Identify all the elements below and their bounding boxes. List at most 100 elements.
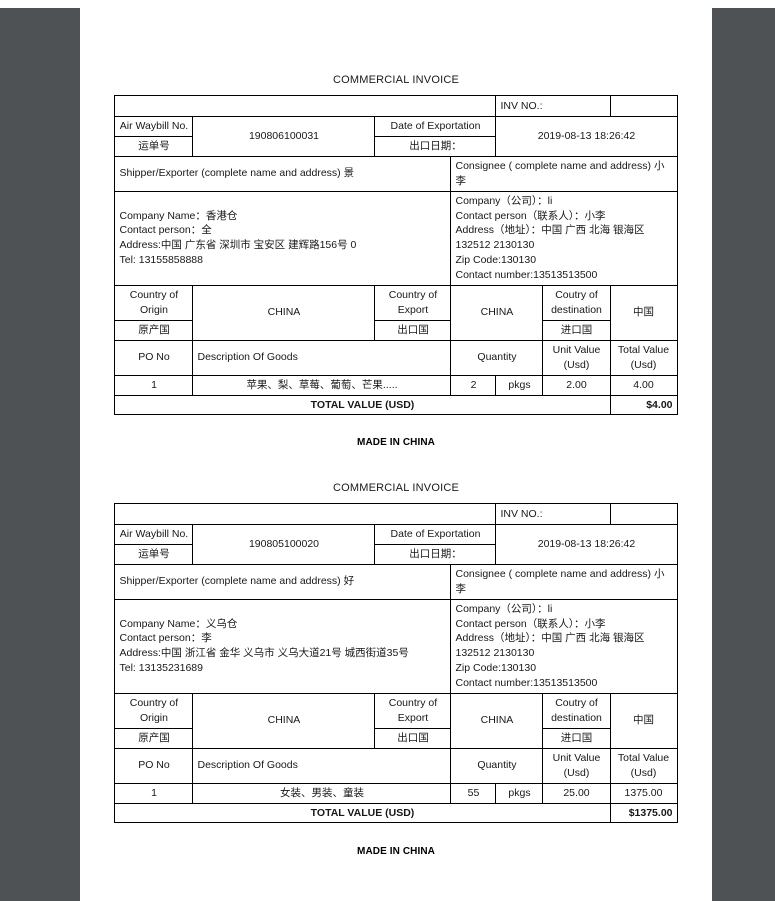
table-row-goods-header-2: PO No Description Of Goods Quantity Unit… [114,747,678,784]
shipper-address: Address:中国 广东省 深圳市 宝安区 建辉路156号 0 [119,239,357,252]
item-total-value: 1375.00 [609,782,678,804]
table-row-item-2: 1 女装、男装、童装 55 pkgs 25.00 1375.00 [114,782,678,804]
shipper-details: Company Name：义乌仓 Contact person：李 Addres… [114,598,452,695]
table-row-country-en-1: Country of Origin CHINA Country of Expor… [114,285,678,341]
item-unit-value: 25.00 [542,782,611,804]
item-total-value: 4.00 [609,374,678,396]
air-waybill-label-cn: 运单号 [114,543,194,565]
shipper-details: Company Name：香港仓 Contact person：全 Addres… [114,190,452,287]
table-row-invno-1: INV NO.: [114,95,678,117]
invoice-block-2: COMMERCIAL INVOICE INV NO.: Air Waybill … [80,416,712,824]
air-waybill-label-cn: 运单号 [114,135,194,157]
shipper-tel: Tel: 13135231689 [119,662,203,675]
date-of-exportation-label-cn: 出口日期： [374,543,497,565]
consignee-contact-number: Contact number:13513513500 [455,269,598,282]
date-of-exportation-label-en: Date of Exportation [374,524,497,545]
country-of-destination-value: 中国 [609,693,678,749]
invno-empty-cell [114,95,497,117]
invoice-block-1: COMMERCIAL INVOICE INV NO.: Air Waybill … [80,8,712,416]
consignee-company: Company（公司）：li [455,602,553,615]
description-of-goods-header: Description Of Goods [192,339,452,376]
table-row-goods-header-1: PO No Description Of Goods Quantity Unit… [114,339,678,376]
po-no-header: PO No [114,747,194,784]
country-of-destination-label-en: Coutry of destination [542,693,611,729]
country-of-origin-label-en: Country of Origin [114,285,194,321]
page-title-2: COMMERCIAL INVOICE [332,482,460,494]
consignee-header-text: Consignee ( complete name and address) [455,159,652,172]
item-unit-value: 2.00 [542,374,611,396]
table-row-awb-en-2: Air Waybill No. 190805100020 Date of Exp… [114,524,678,565]
table-row-party-details-2: Company Name：义乌仓 Contact person：李 Addres… [114,598,678,695]
date-of-exportation-value: 2019-08-13 18:26:42 [495,116,678,157]
country-of-origin-label-cn: 原产国 [114,727,194,749]
unit-value-header: Unit Value (Usd) [542,747,611,784]
total-value-header: Total Value (Usd) [609,747,678,784]
item-unit: pkgs [495,782,544,804]
item-quantity: 55 [450,782,497,804]
grand-total-value: $1375.00 [609,802,678,824]
shipper-header-text: Shipper/Exporter (complete name and addr… [119,575,341,588]
invno-label: INV NO.: [495,503,611,525]
table-row-party-details-1: Company Name：香港仓 Contact person：全 Addres… [114,190,678,287]
air-waybill-label-en: Air Waybill No. [114,524,194,545]
country-of-origin-value: CHINA [192,285,376,341]
shipper-company-name: Company Name：义乌仓 [119,617,238,630]
shipper-address: Address:中国 浙江省 金华 义乌市 义乌大道21号 城西街道35号 [119,647,409,660]
table-row-party-headers-1: Shipper/Exporter (complete name and addr… [114,155,678,192]
shipper-contact-person: Contact person：李 [119,632,212,645]
shipper-header-suffix: 好 [343,575,355,588]
consignee-contact-person: Contact person（联系人）：小李 [455,209,606,222]
country-of-destination-label-cn: 进口国 [542,319,611,341]
consignee-zip-code: Zip Code:130130 [455,254,537,267]
quantity-header: Quantity [450,339,544,376]
air-waybill-value: 190806100031 [192,116,376,157]
description-of-goods-header: Description Of Goods [192,747,452,784]
consignee-header-text: Consignee ( complete name and address) [455,567,652,580]
country-of-export-label-en: Country of Export [374,693,452,729]
country-of-export-label-cn: 出口国 [374,727,452,749]
consignee-address: Address（地址）：中国 广西 北海 银海区 132512 2130130 [455,632,645,660]
unit-value-header: Unit Value (Usd) [542,339,611,376]
item-description: 女装、男装、童装 [192,782,452,804]
consignee-company: Company（公司）：li [455,194,553,207]
made-in-china-note-2: MADE IN CHINA [357,846,435,857]
date-of-exportation-label-en: Date of Exportation [374,116,497,137]
invno-value[interactable] [609,503,678,525]
po-no-header: PO No [114,339,194,376]
total-value-row-label: TOTAL VALUE (USD) [114,802,611,824]
invno-empty-cell [114,503,497,525]
table-row-invno-2: INV NO.: [114,503,678,525]
shipper-tel: Tel: 13155858888 [119,254,203,267]
shipper-header-text: Shipper/Exporter (complete name and addr… [119,167,341,180]
country-of-export-value: CHINA [450,693,544,749]
invoice-table-2: INV NO.: Air Waybill No. 190805100020 Da… [114,503,678,824]
table-row-item-1: 1 苹果、梨、草莓、葡萄、芒果..... 2 pkgs 2.00 4.00 [114,374,678,396]
invno-label: INV NO.: [495,95,611,117]
consignee-details: Company（公司）：li Contact person（联系人）：小李 Ad… [450,190,678,287]
country-of-origin-value: CHINA [192,693,376,749]
grand-total-value: $4.00 [609,394,678,416]
invno-value[interactable] [609,95,678,117]
document-page: COMMERCIAL INVOICE INV NO.: Air Waybill … [80,8,712,901]
item-po-no: 1 [114,782,194,804]
consignee-header: Consignee ( complete name and address) 小… [450,563,678,600]
date-of-exportation-label-cn: 出口日期： [374,135,497,157]
country-of-origin-label-en: Country of Origin [114,693,194,729]
window-top-strip [0,0,775,8]
table-row-awb-en-1: Air Waybill No. 190806100031 Date of Exp… [114,116,678,157]
quantity-header: Quantity [450,747,544,784]
air-waybill-label-en: Air Waybill No. [114,116,194,137]
item-unit: pkgs [495,374,544,396]
page-title-1: COMMERCIAL INVOICE [332,74,460,86]
shipper-contact-person: Contact person：全 [119,224,212,237]
shipper-company-name: Company Name：香港仓 [119,209,238,222]
consignee-details: Company（公司）：li Contact person（联系人）：小李 Ad… [450,598,678,695]
table-row-grand-total-1: TOTAL VALUE (USD) $4.00 [114,394,678,416]
consignee-zip-code: Zip Code:130130 [455,662,537,675]
country-of-export-label-en: Country of Export [374,285,452,321]
air-waybill-value: 190805100020 [192,524,376,565]
shipper-header: Shipper/Exporter (complete name and addr… [114,155,452,192]
item-quantity: 2 [450,374,497,396]
total-value-row-label: TOTAL VALUE (USD) [114,394,611,416]
consignee-contact-number: Contact number:13513513500 [455,677,598,690]
